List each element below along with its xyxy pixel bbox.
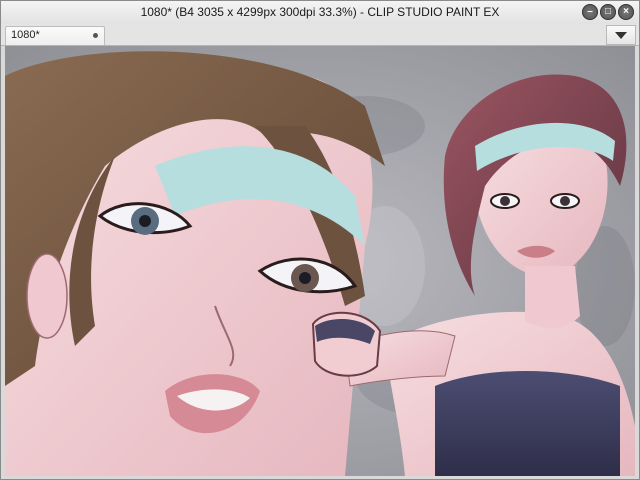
large-face-figure [5, 51, 385, 476]
minimize-icon: – [587, 6, 593, 17]
triangle-down-icon [615, 32, 627, 39]
tab-menu-button[interactable] [606, 25, 636, 45]
window-controls: – □ × [582, 4, 634, 20]
document-tab[interactable]: 1080* [5, 26, 105, 45]
window-title: 1080* (B4 3035 x 4299px 300dpi 33.3%) - … [140, 5, 500, 19]
maximize-button[interactable]: □ [600, 4, 616, 20]
document-tab-bar: 1080* [1, 24, 639, 46]
unsaved-dot-icon[interactable] [93, 33, 98, 38]
canvas-area[interactable] [5, 46, 635, 476]
document-tab-label: 1080* [11, 29, 40, 41]
close-icon: × [623, 6, 629, 17]
close-button[interactable]: × [618, 4, 634, 20]
maximize-icon: □ [604, 6, 612, 17]
app-window: 1080* (B4 3035 x 4299px 300dpi 33.3%) - … [0, 0, 640, 480]
minimize-button[interactable]: – [582, 4, 598, 20]
illustration-canvas[interactable] [5, 46, 635, 476]
title-bar[interactable]: 1080* (B4 3035 x 4299px 300dpi 33.3%) - … [1, 1, 639, 24]
